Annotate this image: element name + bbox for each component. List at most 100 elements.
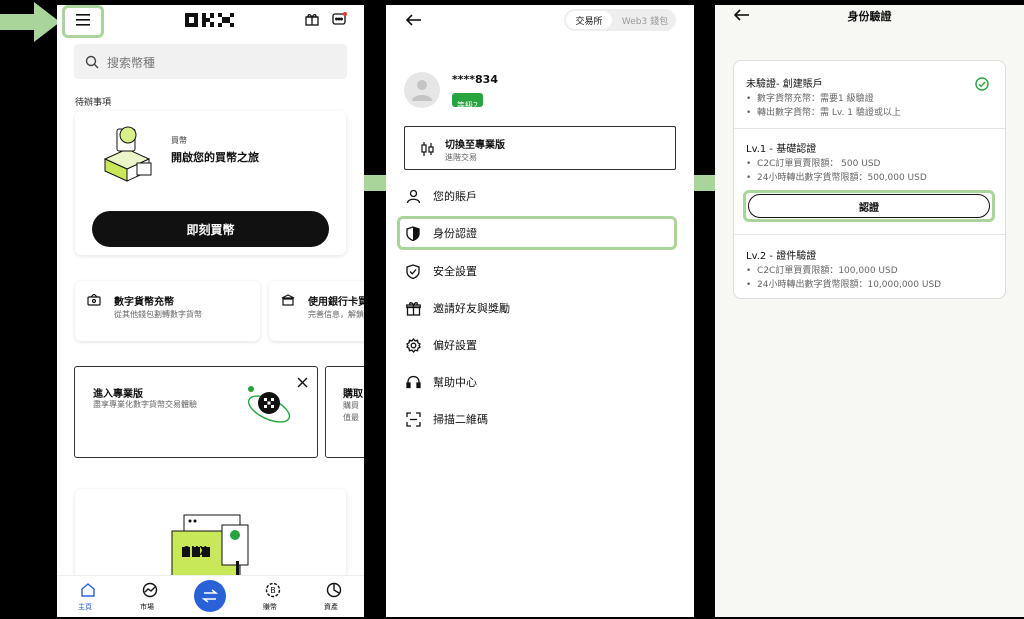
buy-now-label: 即刻買幣 [186, 223, 235, 237]
trade-icon [202, 589, 218, 603]
nav-assets[interactable]: 資產 [321, 580, 347, 614]
deposit-icon [86, 293, 102, 307]
bank-card-buy-card[interactable]: 使用銀行卡買 完善信息，解鎖 [269, 281, 364, 341]
menu-invite-friends-label: 邀請好友與獎勵 [433, 302, 510, 315]
nav-home-label: 主頁 [78, 603, 92, 611]
menu-your-account[interactable]: 您的賬戶 [386, 178, 694, 214]
lv1-line-2: • 24小時轉出數字貨幣限額：500,000 USD [746, 173, 927, 183]
pro-promo-subtitle: 盡享專業化數字貨幣交易體驗 [93, 400, 197, 409]
divider [734, 128, 1005, 129]
okx-logo [185, 12, 235, 28]
menu-your-account-label: 您的賬戶 [433, 190, 477, 203]
switch-pro-subtitle: 進階交易 [445, 153, 477, 162]
switch-pro-button[interactable]: 切換至專業版 進階交易 [404, 126, 676, 170]
promo2-title: 購取 [343, 389, 363, 400]
identity-verification-screen: 身份驗證 未驗證- 創建賬戶 • 數字貨幣充幣：需要1 級驗證 • 轉出數字貨幣… [715, 5, 1024, 617]
deposit-title: 數字貨幣充幣 [114, 297, 174, 308]
menu-scan-qr-label: 掃描二維碼 [433, 413, 488, 426]
menu-invite-friends[interactable]: 邀請好友與獎勵 [386, 290, 694, 326]
nav-earn[interactable]: B 賺幣 [260, 580, 286, 614]
nav-market[interactable]: 市場 [137, 580, 163, 614]
divider [734, 234, 1005, 235]
lv1-title: Lv.1 - 基礎認證 [746, 144, 817, 155]
bank-icon [280, 293, 296, 307]
shield-check-icon [404, 262, 422, 280]
todo-heading: 待辦事項 [75, 98, 112, 108]
promo2-line1: 購買 [343, 401, 359, 410]
lv2-line-1: • C2C訂單買賣限額：100,000 USD [746, 266, 898, 276]
bank-card-title: 使用銀行卡買 [308, 297, 364, 308]
promo-card-2[interactable]: 購取 購買 值最 [325, 366, 364, 458]
message-icon[interactable] [331, 11, 347, 27]
svg-text:B: B [270, 586, 276, 595]
hamburger-menu-icon[interactable] [75, 13, 91, 27]
user-icon [404, 187, 422, 205]
buy-card-label: 買幣 [171, 136, 187, 145]
deposit-card[interactable]: 數字貨幣充幣 從其他錢包劃轉數字貨幣 [75, 281, 260, 341]
avatar-icon [412, 80, 432, 101]
tab-web3-label: Web3 錢包 [621, 17, 669, 27]
scan-icon [404, 410, 422, 428]
tab-web3-wallet[interactable]: Web3 錢包 [616, 11, 674, 29]
buy-card-title: 開啟您的買幣之旅 [171, 151, 259, 164]
home-screen: 搜索幣種 待辦事項 買幣 開啟您的買幣之旅 即刻買幣 數字貨幣充幣 從其他錢包劃… [57, 5, 364, 617]
nav-assets-label: 資產 [324, 603, 338, 611]
buy-illustration [103, 126, 152, 182]
pro-promo-title: 進入專業版 [93, 389, 143, 400]
mode-tabs: 交易所 Web3 錢包 [564, 9, 676, 31]
headset-icon [404, 373, 422, 391]
tab-exchange[interactable]: 交易所 [566, 11, 612, 29]
deposit-subtitle: 從其他錢包劃轉數字貨幣 [114, 310, 202, 319]
menu-security-settings[interactable]: 安全設置 [386, 253, 694, 289]
avatar[interactable] [404, 72, 440, 108]
menu-scan-qr[interactable]: 掃描二維碼 [386, 401, 694, 437]
gear-icon [404, 336, 422, 354]
menu-preferences[interactable]: 偏好設置 [386, 327, 694, 363]
verification-levels-card: 未驗證- 創建賬戶 • 數字貨幣充幣：需要1 級驗證 • 轉出數字貨幣：需 Lv… [733, 60, 1006, 299]
market-icon [142, 582, 158, 598]
lv2-line-2-text: 24小時轉出數字貨幣限額：10,000,000 USD [757, 280, 942, 290]
illustration-logo-text: OKX [183, 544, 208, 558]
search-placeholder: 搜索幣種 [107, 56, 156, 70]
menu-screen: 交易所 Web3 錢包 ****834 等級2 切換至專業版 進階交易 您的賬戶… [386, 5, 694, 617]
lv1-line-1: • C2C訂單買賣限額： 500 USD [746, 159, 881, 169]
level-badge-label: 等級2 [457, 101, 479, 110]
candlestick-icon [421, 142, 434, 156]
menu-identity-verification-label: 身份認證 [433, 227, 477, 240]
promo2-line2: 值最 [343, 413, 359, 422]
search-bar[interactable]: 搜索幣種 [74, 44, 347, 79]
nav-home[interactable]: 主頁 [75, 580, 101, 614]
bank-card-subtitle: 完善信息，解鎖 [308, 310, 364, 319]
verify-button[interactable]: 認證 [748, 194, 990, 218]
lv2-line-2: • 24小時轉出數字貨幣限額：10,000,000 USD [746, 280, 942, 290]
bottom-nav: 主頁 市場 B 賺幣 資產 [57, 575, 364, 617]
user-id: ****834 [452, 73, 498, 86]
earn-icon: B [265, 582, 281, 598]
illustration-card [75, 489, 346, 579]
buy-crypto-card: 買幣 開啟您的買幣之旅 即刻買幣 [75, 111, 346, 255]
gift-icon [404, 299, 422, 317]
lv2-line-1-text: C2C訂單買賣限額：100,000 USD [757, 266, 898, 276]
search-icon [84, 54, 99, 69]
lv1-line-2-text: 24小時轉出數字貨幣限額：500,000 USD [757, 173, 927, 183]
close-icon[interactable] [295, 375, 309, 389]
switch-pro-title: 切換至專業版 [445, 140, 505, 151]
check-circle-icon [974, 76, 990, 92]
unverified-line-1: • 數字貨幣充幣：需要1 級驗證 [746, 94, 874, 104]
nav-trade-button[interactable] [194, 580, 226, 612]
back-arrow-icon[interactable] [405, 13, 423, 27]
buy-now-button[interactable]: 即刻買幣 [92, 211, 329, 247]
gift-icon[interactable] [304, 11, 320, 27]
nav-market-label: 市場 [140, 603, 154, 611]
assets-icon [326, 582, 342, 598]
unverified-line-1-text: 數字貨幣充幣：需要1 級驗證 [757, 94, 874, 104]
menu-security-settings-label: 安全設置 [433, 265, 477, 278]
unverified-line-2: • 轉出數字貨幣：需 Lv. 1 驗證或以上 [746, 108, 901, 118]
menu-help-center-label: 幫助中心 [433, 376, 477, 389]
pro-promo-card[interactable]: 進入專業版 盡享專業化數字貨幣交易體驗 [74, 366, 318, 458]
menu-help-center[interactable]: 幫助中心 [386, 364, 694, 400]
lv1-line-1-text: C2C訂單買賣限額： 500 USD [757, 159, 881, 169]
shield-filled-icon [404, 224, 422, 242]
lv2-title: Lv.2 - 證件驗證 [746, 251, 817, 262]
menu-identity-verification[interactable]: 身份認證 [386, 215, 694, 251]
